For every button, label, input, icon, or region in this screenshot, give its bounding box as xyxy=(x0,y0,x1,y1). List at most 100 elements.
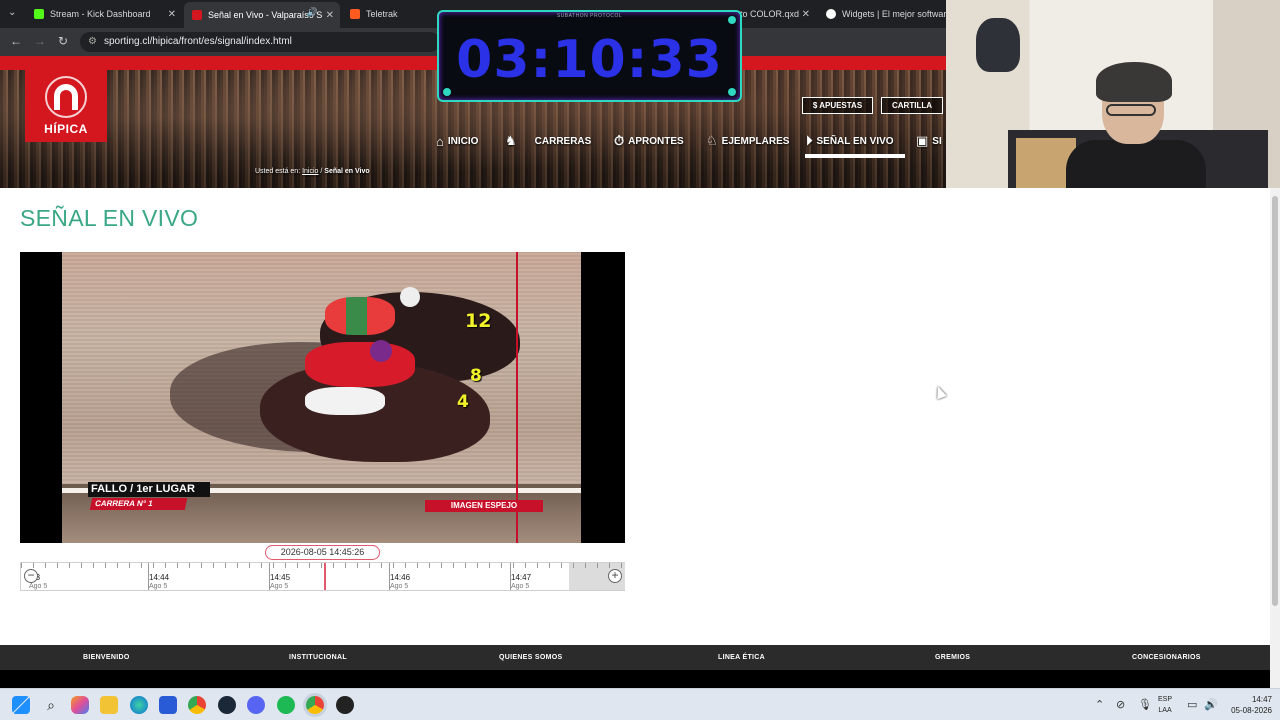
timeline-date: Ago 5 xyxy=(270,583,289,590)
breadcrumb-prefix: Usted está en: xyxy=(255,168,301,175)
apuestas-button[interactable]: $ APUESTAS xyxy=(802,97,873,114)
spotify-icon[interactable] xyxy=(277,696,295,714)
logo-text: HÍPICA xyxy=(44,122,88,136)
discord-icon[interactable] xyxy=(247,696,265,714)
timeline-label: 14:45 Ago 5 xyxy=(270,573,290,591)
close-icon[interactable]: ✕ xyxy=(326,10,334,21)
tray-microphone-icon[interactable]: 🎙 xyxy=(1138,698,1152,711)
steam-icon[interactable] xyxy=(218,696,236,714)
footer-link-quienes-somos[interactable]: QUIENES SOMOS xyxy=(499,645,562,670)
cartilla-label: CARTILLA xyxy=(892,101,932,110)
speaker-icon[interactable]: 🔊 xyxy=(307,7,318,18)
horse-number-label: 8 xyxy=(470,366,482,386)
clock-date: 05-08-2026 xyxy=(1231,706,1272,715)
clock-time: 14:47 xyxy=(1251,695,1272,704)
windows-taskbar: ⌕ ⌃ ⊘ 🎙 ESP LAA ▭ 🔊 14:47 05-08-2026 xyxy=(0,688,1280,720)
active-nav-underline xyxy=(805,154,905,158)
tray-volume-icon[interactable]: 🔊 xyxy=(1204,698,1218,711)
tray-chevron-up-icon[interactable]: ⌃ xyxy=(1095,698,1104,711)
jockey-silks-12 xyxy=(325,297,395,335)
language-indicator[interactable]: ESP LAA xyxy=(1158,694,1172,716)
tab-list-chevron-icon[interactable]: ⌄ xyxy=(8,7,16,18)
reload-icon[interactable]: ↻ xyxy=(58,34,68,48)
timeline-time: 14:46 xyxy=(390,573,411,582)
tab-widgets[interactable]: Widgets | El mejor software p xyxy=(818,4,946,24)
nav-si[interactable]: ▣ SI xyxy=(916,133,946,149)
nav-senal-en-vivo[interactable]: ⏵ SEÑAL EN VIVO xyxy=(806,133,894,149)
tab-color-qxd[interactable]: to COLOR.qxd ✕ xyxy=(740,4,816,24)
zoom-in-icon[interactable]: + xyxy=(608,569,622,583)
tab-label: Teletrak xyxy=(366,9,398,19)
footer-link-concesionarios[interactable]: CONCESIONARIOS xyxy=(1132,645,1201,670)
lang-code: ESP xyxy=(1158,696,1173,703)
webcam-person-body xyxy=(1066,140,1206,188)
windows-start-icon[interactable] xyxy=(12,696,30,714)
timeline-time: 14:47 xyxy=(511,573,532,582)
webcam-person-glasses xyxy=(1106,104,1156,116)
timeline-date: Ago 5 xyxy=(511,583,530,590)
page-scrollbar[interactable] xyxy=(1270,188,1280,688)
address-bar[interactable]: ⚙ sporting.cl/hipica/front/es/signal/ind… xyxy=(80,32,440,52)
timeline-label: 14:46 Ago 5 xyxy=(390,573,410,591)
edge-icon[interactable] xyxy=(130,696,148,714)
close-icon[interactable]: ✕ xyxy=(168,9,176,20)
close-icon[interactable]: ✕ xyxy=(802,9,810,20)
horse-number-label: 12 xyxy=(465,310,492,332)
chrome-active-icon[interactable] xyxy=(306,696,324,714)
nav-carreras[interactable]: ♞ CARRERAS xyxy=(505,133,591,149)
page-title: SEÑAL EN VIVO xyxy=(20,205,199,231)
tray-network-icon[interactable]: ⊘ xyxy=(1116,698,1125,711)
timer-caption: SUBATHON PROTOCOL xyxy=(556,13,623,19)
subathon-timer-overlay: SUBATHON PROTOCOL 03:10:33 xyxy=(437,10,742,102)
nav-aprontes[interactable]: ⏱ APRONTES xyxy=(614,133,684,149)
tab-teletrak[interactable]: Teletrak xyxy=(342,4,437,24)
tab-kick-dashboard[interactable]: Stream - Kick Dashboard ✕ xyxy=(26,4,182,24)
horse-racing-icon: ♞ xyxy=(505,133,517,148)
video-timeline[interactable]: :43Ago 5 14:44Ago 5 14:45Ago 5 14:46Ago … xyxy=(20,562,625,591)
timer-corner-dot xyxy=(728,88,736,96)
home-icon: ⌂ xyxy=(436,133,444,149)
nav-label: SI xyxy=(932,135,942,147)
timeline-playhead[interactable] xyxy=(324,563,326,590)
mirror-image-label: IMAGEN ESPEJO xyxy=(425,500,543,512)
obs-icon[interactable] xyxy=(336,696,354,714)
horse-number-label: 4 xyxy=(457,392,469,412)
current-timestamp: 2026-08-05 14:45:26 xyxy=(265,545,380,560)
zoom-out-icon[interactable]: − xyxy=(24,569,38,583)
scrollbar-thumb[interactable] xyxy=(1272,196,1278,606)
tray-display-icon[interactable]: ▭ xyxy=(1187,698,1197,711)
microsoft-store-icon[interactable] xyxy=(159,696,177,714)
site-footer-nav: BIENVENIDO INSTITUCIONAL QUIENES SOMOS L… xyxy=(0,645,1270,670)
jockey-helmet-8 xyxy=(370,340,392,362)
forward-arrow-icon[interactable]: → xyxy=(34,34,46,48)
timeline-date: Ago 5 xyxy=(29,583,48,590)
nav-label: APRONTES xyxy=(628,135,684,147)
nav-inicio[interactable]: ⌂ INICIO xyxy=(436,133,478,149)
taskbar-clock[interactable]: 14:47 05-08-2026 xyxy=(1231,694,1272,716)
footer-link-gremios[interactable]: GREMIOS xyxy=(935,645,970,670)
live-video-player[interactable]: 12 8 4 FALLO / 1er LUGAR CARRERA N° 1 IM… xyxy=(20,252,625,543)
footer-link-institucional[interactable]: INSTITUCIONAL xyxy=(289,645,347,670)
file-explorer-icon[interactable] xyxy=(100,696,118,714)
webcam-overlay xyxy=(946,0,1280,188)
horseshoe-icon xyxy=(54,84,78,110)
footer-link-bienvenido[interactable]: BIENVENIDO xyxy=(83,645,130,670)
cartilla-button[interactable]: CARTILLA xyxy=(881,97,943,114)
tab-label: to COLOR.qxd xyxy=(740,9,800,19)
search-icon[interactable]: ⌕ xyxy=(42,696,60,714)
site-info-icon[interactable]: ⚙ xyxy=(88,32,97,52)
hipica-logo[interactable]: HÍPICA xyxy=(25,70,107,142)
nav-ejemplares[interactable]: ♘ EJEMPLARES xyxy=(706,133,789,149)
play-circle-icon: ⏵ xyxy=(806,133,813,148)
chrome-icon[interactable] xyxy=(188,696,206,714)
breadcrumb-home-link[interactable]: Inicio xyxy=(302,168,318,175)
tab-senal-en-vivo[interactable]: Señal en Vivo - Valparaíso S 🔊 ✕ xyxy=(184,2,340,28)
timeline-date: Ago 5 xyxy=(149,583,168,590)
tab-label: Señal en Vivo - Valparaíso S xyxy=(208,10,323,20)
back-arrow-icon[interactable]: ← xyxy=(10,34,22,48)
copilot-icon[interactable] xyxy=(71,696,89,714)
jockey-silks-8 xyxy=(305,342,415,387)
timeline-time: 14:44 xyxy=(149,573,170,582)
footer-link-linea-etica[interactable]: LINEA ÉTICA xyxy=(718,645,765,670)
tab-label: Widgets | El mejor software p xyxy=(842,9,946,19)
